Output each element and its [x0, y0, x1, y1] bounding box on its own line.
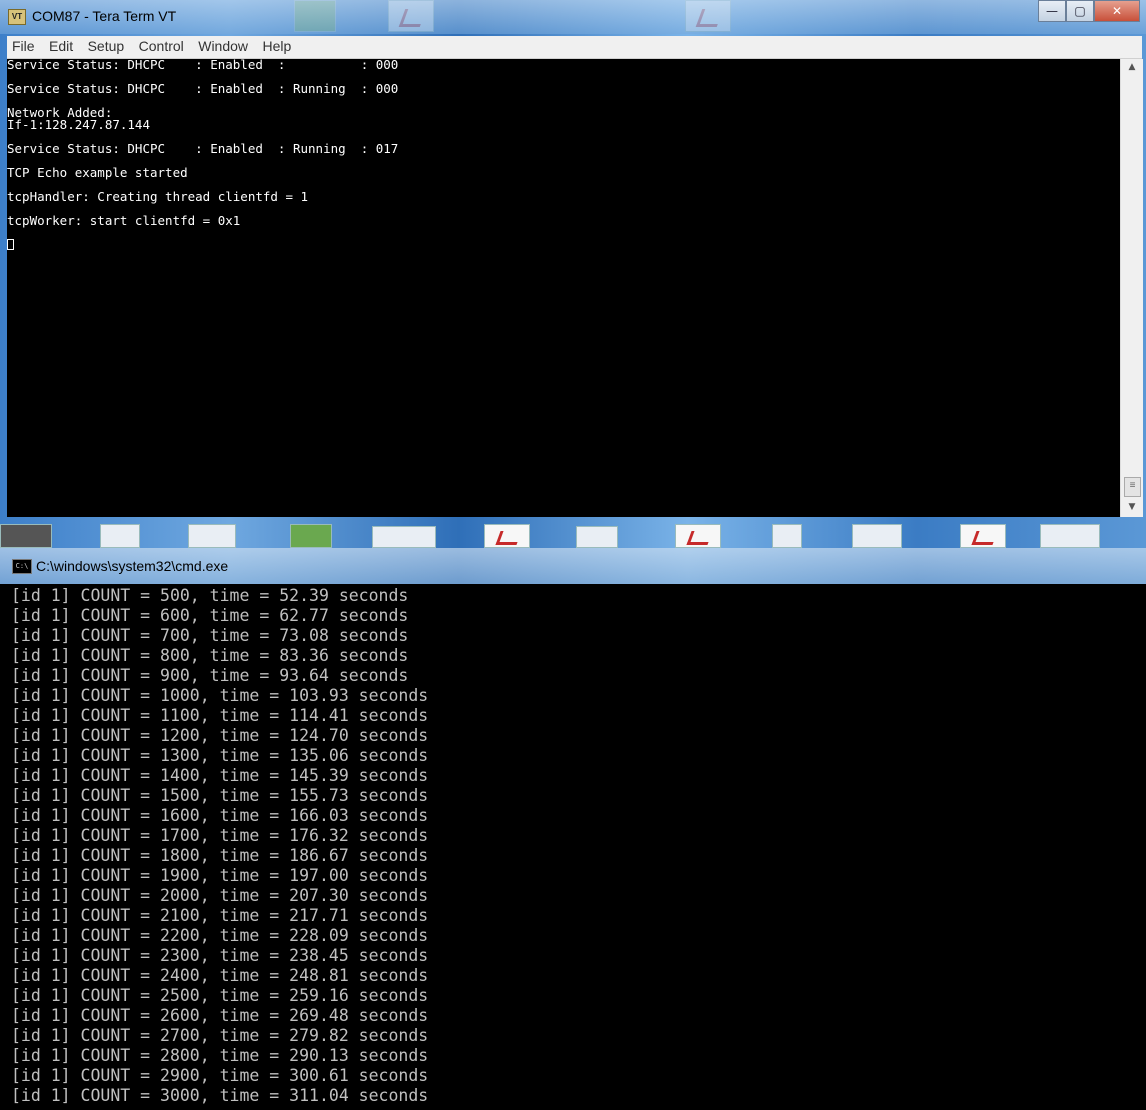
teraterm-titlebar[interactable]: VT COM87 - Tera Term VT — ▢ ✕ — [0, 0, 1146, 34]
terminal-line: Service Status: DHCPC : Enabled : Runnin… — [7, 81, 399, 96]
console-line: [id 1] COUNT = 1000, time = 103.93 secon… — [11, 686, 429, 705]
pdf-file-icon — [675, 524, 721, 548]
vertical-scrollbar[interactable]: ▲ ≡ ▼ — [1120, 59, 1143, 517]
terminal-line: If-1:128.247.87.144 — [7, 117, 150, 132]
menu-window[interactable]: Window — [193, 36, 253, 57]
console-line: [id 1] COUNT = 2300, time = 238.45 secon… — [11, 946, 429, 965]
console-line: [id 1] COUNT = 2600, time = 269.48 secon… — [11, 1006, 429, 1025]
console-line: [id 1] COUNT = 1300, time = 135.06 secon… — [11, 746, 429, 765]
console-line: [id 1] COUNT = 700, time = 73.08 seconds — [11, 626, 409, 645]
minimize-button[interactable]: — — [1038, 0, 1066, 22]
menu-bar: File Edit Setup Control Window Help — [7, 36, 1142, 59]
scroll-up-arrow-icon[interactable]: ▲ — [1121, 59, 1143, 76]
console-output[interactable]: [id 1] COUNT = 500, time = 52.39 seconds… — [0, 584, 1146, 1110]
cmd-app-icon[interactable]: C:\ — [12, 559, 32, 574]
console-line: [id 1] COUNT = 2400, time = 248.81 secon… — [11, 966, 429, 985]
console-line: [id 1] COUNT = 1700, time = 176.32 secon… — [11, 826, 429, 845]
menu-control[interactable]: Control — [134, 36, 189, 57]
teraterm-window: VT COM87 - Tera Term VT — ▢ ✕ File Edit … — [0, 0, 1146, 521]
console-line: [id 1] COUNT = 2000, time = 207.30 secon… — [11, 886, 429, 905]
console-line: [id 1] COUNT = 1600, time = 166.03 secon… — [11, 806, 429, 825]
cursor-line — [7, 239, 1120, 251]
desktop-thumbnail — [188, 524, 236, 548]
menu-file[interactable]: File — [7, 36, 40, 57]
console-line: [id 1] COUNT = 500, time = 52.39 seconds — [11, 586, 409, 605]
desktop-thumbnail — [100, 524, 140, 548]
cmd-titlebar[interactable]: C:\ C:\windows\system32\cmd.exe — [0, 548, 1146, 584]
terminal-line: Service Status: DHCPC : Enabled : Runnin… — [7, 141, 399, 156]
console-line: [id 1] COUNT = 2900, time = 300.61 secon… — [11, 1066, 429, 1085]
console-line: [id 1] COUNT = 1200, time = 124.70 secon… — [11, 726, 429, 745]
desktop-thumbnail — [852, 524, 902, 548]
desktop-thumbnail — [290, 524, 332, 548]
console-line: [id 1] COUNT = 2100, time = 217.71 secon… — [11, 906, 429, 925]
terminal-output[interactable]: Service Status: DHCPC : Enabled : : 000 … — [7, 57, 1120, 517]
console-line: [id 1] COUNT = 2700, time = 279.82 secon… — [11, 1026, 429, 1045]
console-line: [id 1] COUNT = 3000, time = 311.04 secon… — [11, 1086, 429, 1105]
teraterm-app-icon[interactable]: VT — [8, 9, 26, 25]
console-line: [id 1] COUNT = 1400, time = 145.39 secon… — [11, 766, 429, 785]
desktop-thumbnail — [1040, 524, 1100, 548]
desktop-thumbnail — [772, 524, 802, 548]
scrollbar-thumb[interactable]: ≡ — [1124, 477, 1141, 497]
text-cursor — [7, 239, 14, 250]
menu-edit[interactable]: Edit — [44, 36, 78, 57]
pdf-file-icon — [484, 524, 530, 548]
console-line: [id 1] COUNT = 2200, time = 228.09 secon… — [11, 926, 429, 945]
terminal-line: tcpHandler: Creating thread clientfd = 1 — [7, 189, 309, 204]
menu-setup[interactable]: Setup — [83, 36, 130, 57]
menu-help[interactable]: Help — [257, 36, 296, 57]
console-line: [id 1] COUNT = 1800, time = 186.67 secon… — [11, 846, 429, 865]
maximize-button[interactable]: ▢ — [1066, 0, 1094, 22]
window-title: COM87 - Tera Term VT — [32, 8, 177, 24]
terminal-line: TCP Echo example started — [7, 165, 188, 180]
window-title: C:\windows\system32\cmd.exe — [36, 558, 229, 574]
desktop-thumbnail — [0, 524, 52, 548]
console-line: [id 1] COUNT = 600, time = 62.77 seconds — [11, 606, 409, 625]
terminal-line: Service Status: DHCPC : Enabled : : 000 — [7, 57, 399, 72]
console-line: [id 1] COUNT = 1500, time = 155.73 secon… — [11, 786, 429, 805]
console-line: [id 1] COUNT = 900, time = 93.64 seconds — [11, 666, 409, 685]
scroll-down-arrow-icon[interactable]: ▼ — [1121, 499, 1143, 516]
console-line: [id 1] COUNT = 1100, time = 114.41 secon… — [11, 706, 429, 725]
cmd-window: C:\ C:\windows\system32\cmd.exe [id 1] C… — [0, 548, 1146, 1110]
console-line: [id 1] COUNT = 2500, time = 259.16 secon… — [11, 986, 429, 1005]
console-line: [id 1] COUNT = 800, time = 83.36 seconds — [11, 646, 409, 665]
terminal-line: Network Added: — [7, 105, 113, 120]
desktop-thumbnail — [576, 526, 618, 548]
console-line: [id 1] COUNT = 1900, time = 197.00 secon… — [11, 866, 429, 885]
console-line: [id 1] COUNT = 2800, time = 290.13 secon… — [11, 1046, 429, 1065]
terminal-line: tcpWorker: start clientfd = 0x1 — [7, 213, 241, 228]
window-controls: — ▢ ✕ — [1038, 0, 1140, 22]
pdf-file-icon — [960, 524, 1006, 548]
desktop-thumbnail — [372, 526, 436, 548]
close-button[interactable]: ✕ — [1094, 0, 1140, 22]
